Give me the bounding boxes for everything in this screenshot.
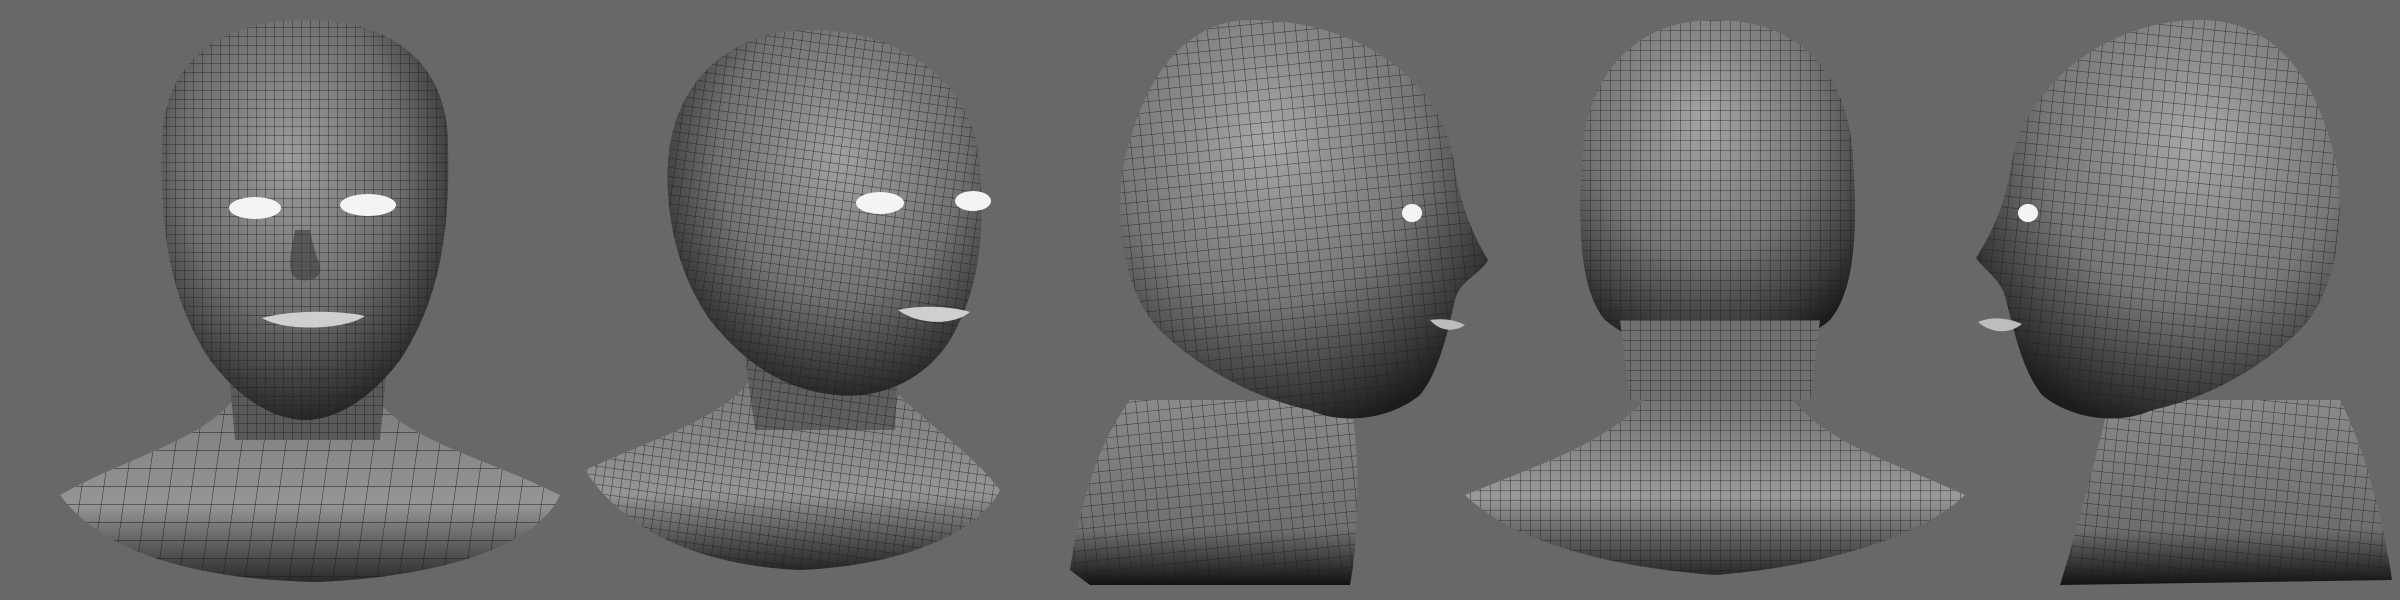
head-three-quarter-view [580,0,1020,600]
left-eye [856,192,904,214]
eye [2018,204,2038,222]
right-eye [340,194,396,216]
eye [1402,204,1422,222]
head-profile-right-view [1060,0,1520,600]
render-viewport [0,0,2400,600]
head-front-view [40,0,580,600]
left-eye [229,197,281,219]
head-back-view [1460,0,1980,600]
right-eye [955,191,991,211]
head-profile-left-view [1930,0,2400,600]
